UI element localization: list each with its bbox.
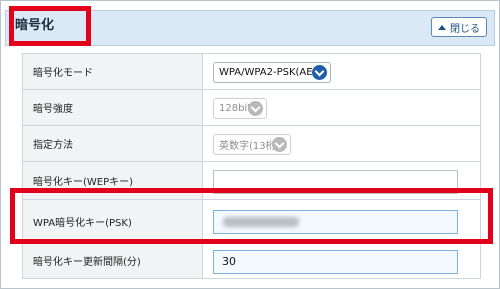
- mode-select-value: WPA/WPA2-PSK(AES): [219, 67, 323, 78]
- method-select: 英数字(13桁): [213, 134, 291, 155]
- chevron-down-icon: [272, 137, 287, 152]
- interval-value-cell: 30: [203, 243, 480, 278]
- method-select-value: 英数字(13桁): [219, 141, 280, 152]
- method-value-cell: 英数字(13桁): [203, 126, 480, 161]
- table-row-interval: 暗号化キー更新間隔(分) 30: [22, 243, 481, 279]
- table-row-method: 指定方法 英数字(13桁): [22, 126, 481, 162]
- interval-label: 暗号化キー更新間隔(分): [23, 243, 203, 278]
- strength-select-value: 128bit: [219, 103, 252, 114]
- close-button[interactable]: 閉じる: [431, 17, 487, 37]
- chevron-down-icon: [248, 101, 263, 116]
- close-button-label: 閉じる: [450, 23, 480, 35]
- chevron-up-icon: [438, 24, 446, 30]
- interval-value: 30: [222, 255, 236, 268]
- mode-select[interactable]: WPA/WPA2-PSK(AES): [213, 62, 331, 83]
- strength-label: 暗号強度: [23, 90, 203, 125]
- settings-table: 暗号化モード WPA/WPA2-PSK(AES) 暗号強度 128bit 指定方…: [22, 53, 481, 279]
- mode-label: 暗号化モード: [23, 54, 203, 89]
- chevron-down-icon: [312, 65, 327, 80]
- highlight-box-psk: [10, 188, 493, 244]
- interval-input[interactable]: 30: [213, 250, 458, 274]
- table-row-mode: 暗号化モード WPA/WPA2-PSK(AES): [22, 54, 481, 90]
- mode-value-cell: WPA/WPA2-PSK(AES): [203, 54, 480, 89]
- highlight-box-title: [9, 6, 91, 46]
- strength-value-cell: 128bit: [203, 90, 480, 125]
- table-row-strength: 暗号強度 128bit: [22, 90, 481, 126]
- method-label: 指定方法: [23, 126, 203, 161]
- strength-select: 128bit: [213, 98, 267, 119]
- encryption-panel: 暗号化 閉じる 暗号化モード WPA/WPA2-PSK(AES) 暗号強度 12…: [0, 0, 500, 289]
